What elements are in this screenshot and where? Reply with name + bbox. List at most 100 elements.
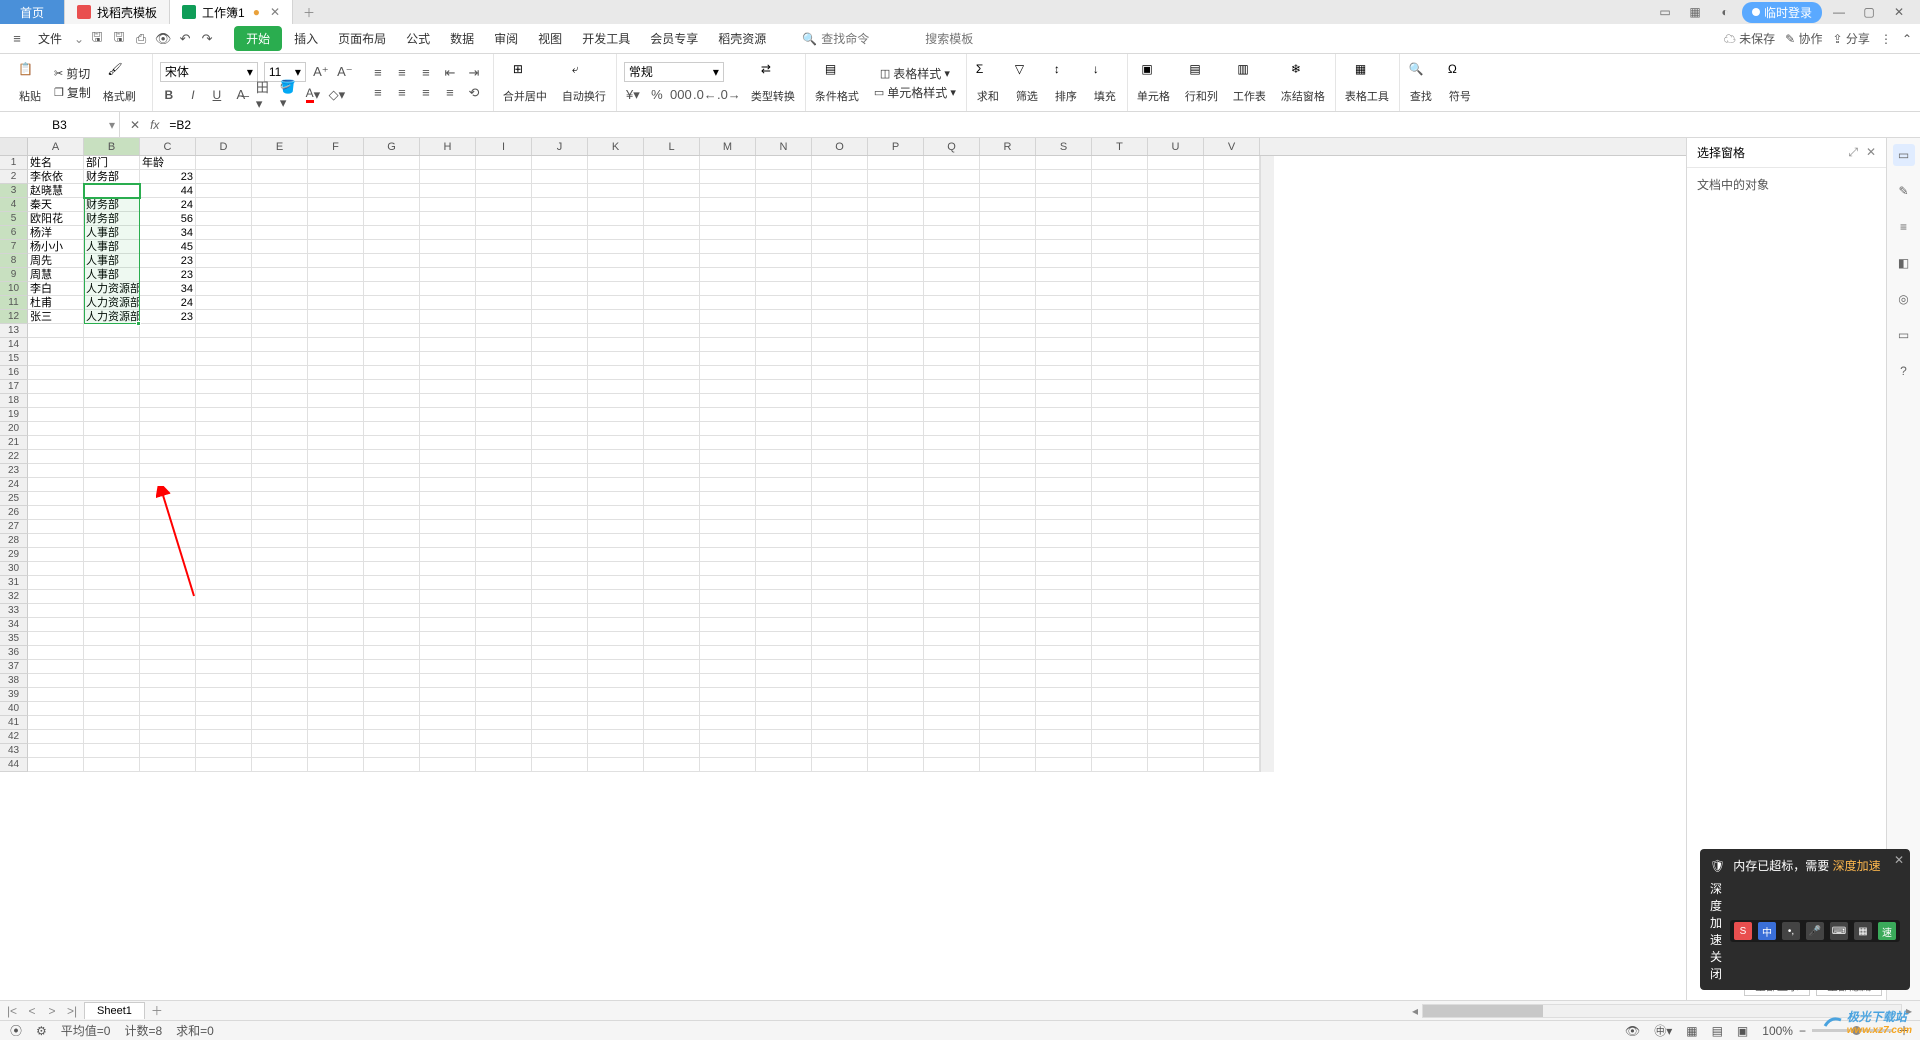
cell[interactable] xyxy=(420,296,476,310)
cell[interactable] xyxy=(1036,478,1092,492)
cell[interactable] xyxy=(532,618,588,632)
cell[interactable] xyxy=(1036,184,1092,198)
cell[interactable] xyxy=(924,744,980,758)
cell[interactable] xyxy=(1092,324,1148,338)
cell[interactable] xyxy=(308,688,364,702)
cell[interactable]: 人事部 xyxy=(84,240,140,254)
cell[interactable] xyxy=(252,268,308,282)
row-head-18[interactable]: 18 xyxy=(0,394,28,408)
cell[interactable] xyxy=(420,492,476,506)
cell[interactable] xyxy=(1092,758,1148,772)
cell[interactable] xyxy=(140,562,196,576)
cell[interactable] xyxy=(588,464,644,478)
print-icon[interactable]: ⎙ xyxy=(132,30,150,48)
cell[interactable] xyxy=(924,296,980,310)
cell[interactable] xyxy=(308,352,364,366)
cell[interactable] xyxy=(868,618,924,632)
col-head-A[interactable]: A xyxy=(28,138,84,155)
row-head-44[interactable]: 44 xyxy=(0,758,28,772)
cell[interactable]: 杨小小 xyxy=(28,240,84,254)
cell[interactable] xyxy=(868,184,924,198)
share-button[interactable]: ⇪ 分享 xyxy=(1833,30,1870,47)
cell[interactable] xyxy=(1092,310,1148,324)
cell[interactable] xyxy=(308,520,364,534)
cell[interactable] xyxy=(196,408,252,422)
cell[interactable] xyxy=(196,520,252,534)
cell[interactable]: 人事部 xyxy=(84,226,140,240)
cell[interactable] xyxy=(476,464,532,478)
cell[interactable] xyxy=(980,198,1036,212)
cell[interactable] xyxy=(868,170,924,184)
ime-punct-icon[interactable]: •, xyxy=(1782,922,1800,940)
cell[interactable] xyxy=(588,394,644,408)
cell[interactable] xyxy=(812,324,868,338)
cell[interactable] xyxy=(308,492,364,506)
cell[interactable] xyxy=(1148,324,1204,338)
cell[interactable] xyxy=(308,282,364,296)
cell[interactable] xyxy=(364,450,420,464)
cell[interactable] xyxy=(28,758,84,772)
cell[interactable] xyxy=(812,702,868,716)
cell[interactable] xyxy=(588,198,644,212)
cell[interactable] xyxy=(1092,450,1148,464)
cell[interactable] xyxy=(308,422,364,436)
cell[interactable] xyxy=(1036,268,1092,282)
cell[interactable] xyxy=(812,296,868,310)
align-top-icon[interactable]: ≡ xyxy=(369,64,387,82)
cell[interactable] xyxy=(756,688,812,702)
cell[interactable] xyxy=(252,366,308,380)
cell[interactable] xyxy=(28,394,84,408)
cn-icon[interactable]: ㊥▾ xyxy=(1654,1022,1672,1039)
cell[interactable] xyxy=(980,268,1036,282)
select-all-corner[interactable] xyxy=(0,138,28,155)
cell[interactable] xyxy=(364,688,420,702)
cell[interactable] xyxy=(924,660,980,674)
cell[interactable] xyxy=(476,506,532,520)
cell[interactable] xyxy=(420,506,476,520)
col-head-H[interactable]: H xyxy=(420,138,476,155)
cell[interactable] xyxy=(868,492,924,506)
row-head-20[interactable]: 20 xyxy=(0,422,28,436)
cell[interactable] xyxy=(476,282,532,296)
cell[interactable] xyxy=(252,394,308,408)
cell[interactable] xyxy=(924,324,980,338)
cell[interactable] xyxy=(700,296,756,310)
cell[interactable] xyxy=(308,702,364,716)
cell[interactable] xyxy=(476,548,532,562)
cell[interactable] xyxy=(476,660,532,674)
cell[interactable] xyxy=(924,646,980,660)
cell[interactable] xyxy=(364,338,420,352)
cell[interactable]: 人力资源部 xyxy=(84,310,140,324)
cell[interactable] xyxy=(812,520,868,534)
cell[interactable] xyxy=(140,632,196,646)
cell[interactable] xyxy=(700,380,756,394)
cell[interactable] xyxy=(308,240,364,254)
cell[interactable] xyxy=(924,674,980,688)
cell[interactable] xyxy=(1036,590,1092,604)
cell[interactable] xyxy=(364,464,420,478)
cell[interactable] xyxy=(476,436,532,450)
close-window-icon[interactable]: ✕ xyxy=(1886,1,1912,23)
cell[interactable] xyxy=(308,618,364,632)
cell[interactable] xyxy=(196,730,252,744)
cell[interactable] xyxy=(364,492,420,506)
row-head-34[interactable]: 34 xyxy=(0,618,28,632)
row-head-40[interactable]: 40 xyxy=(0,702,28,716)
cell[interactable] xyxy=(812,268,868,282)
cell[interactable] xyxy=(644,758,700,772)
cell[interactable] xyxy=(196,226,252,240)
cell[interactable] xyxy=(924,170,980,184)
cell[interactable] xyxy=(1204,688,1260,702)
cell[interactable] xyxy=(140,436,196,450)
cell[interactable] xyxy=(28,422,84,436)
cell[interactable] xyxy=(1204,604,1260,618)
sum-icon[interactable]: Σ xyxy=(976,62,1000,86)
cell[interactable] xyxy=(364,618,420,632)
cell[interactable] xyxy=(700,576,756,590)
cell[interactable] xyxy=(588,226,644,240)
cell[interactable] xyxy=(980,240,1036,254)
cell[interactable] xyxy=(700,324,756,338)
cell[interactable] xyxy=(700,450,756,464)
cell[interactable] xyxy=(308,562,364,576)
cell[interactable] xyxy=(364,534,420,548)
